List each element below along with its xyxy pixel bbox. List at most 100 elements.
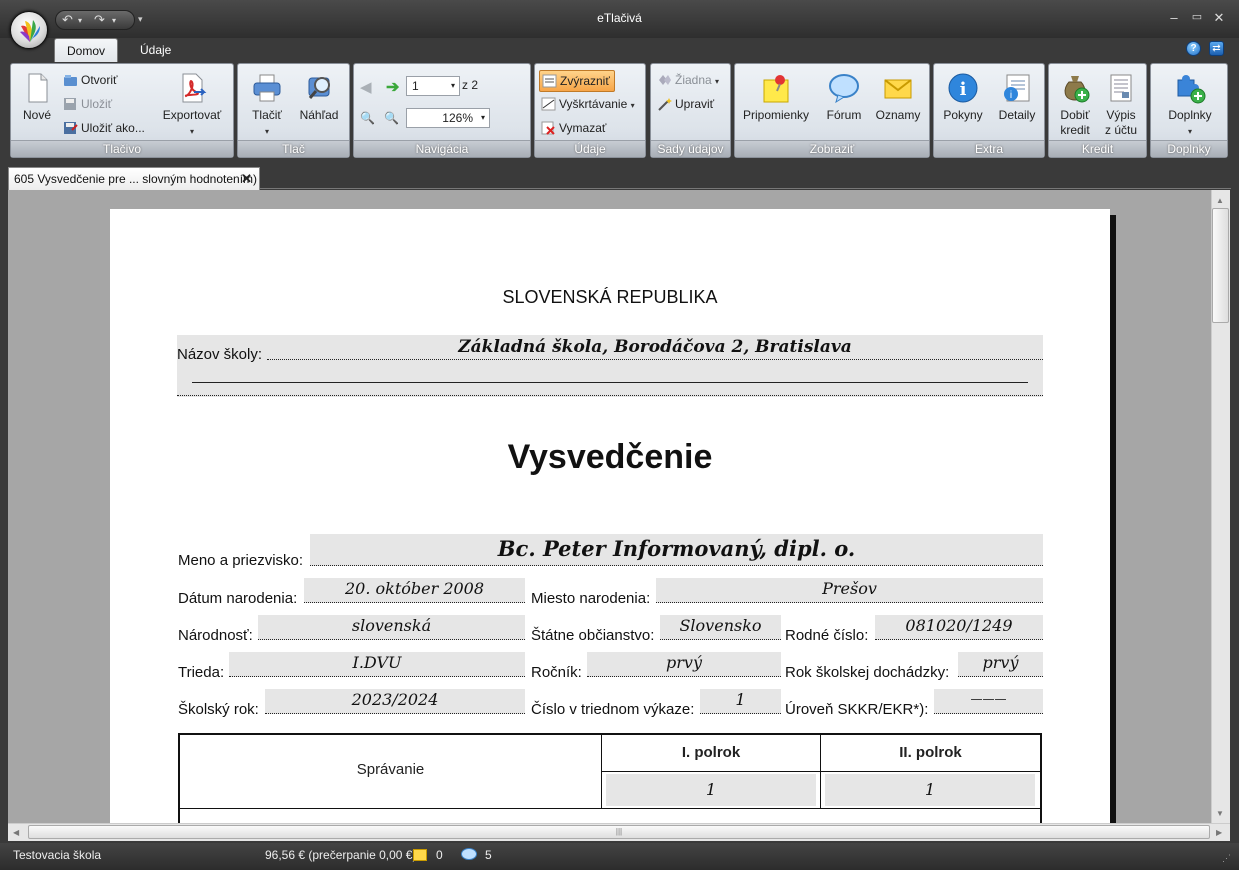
- scroll-down-icon[interactable]: ▼: [1216, 809, 1224, 818]
- name-field[interactable]: Bc. Peter Informovaný, dipl. o.: [310, 534, 1043, 566]
- dataset-edit-label: Upraviť: [675, 97, 715, 111]
- strike-dropdown-icon: ▾: [630, 101, 635, 110]
- nationality-field[interactable]: slovenská: [258, 615, 525, 640]
- page-number-value: 1: [412, 79, 419, 93]
- page-number-input[interactable]: 1 ▾: [406, 76, 460, 96]
- save-as-icon: [63, 121, 78, 135]
- details-button[interactable]: i Detaily: [994, 72, 1040, 123]
- school-year-label: Školský rok:: [178, 701, 259, 718]
- magic-wand-icon: [657, 97, 672, 111]
- zoom-select[interactable]: 126% ▾: [406, 108, 490, 128]
- save-button[interactable]: Uložiť: [61, 94, 112, 114]
- previous-page-icon[interactable]: ◀: [360, 78, 372, 96]
- topup-credit-button[interactable]: Dobiť kredit: [1053, 72, 1097, 138]
- reminders-button[interactable]: Pripomienky: [741, 72, 811, 123]
- zoom-dropdown-icon[interactable]: ▾: [481, 109, 485, 127]
- scroll-up-icon[interactable]: ▲: [1216, 196, 1224, 205]
- group-caption: Kredit: [1049, 140, 1146, 157]
- school-name-field[interactable]: Základná škola, Borodáčova 2, Bratislava: [267, 335, 1043, 359]
- credit-status: 96,56 € (prečerpanie 0,00 €): [265, 848, 417, 862]
- second-term-cell: 1: [821, 772, 1040, 809]
- dataset-none-button[interactable]: Žiadna ▾: [655, 70, 719, 90]
- application-window: ↶ ▾ ↷ ▾ ▾ eTlačivá – ▭ ✕ Domov Údaje ? ⇄: [0, 0, 1239, 870]
- birthdate-field[interactable]: 20. október 2008: [304, 578, 525, 603]
- minimize-icon[interactable]: –: [1165, 10, 1183, 25]
- open-button[interactable]: Otvoriť: [61, 70, 118, 90]
- new-label: Nové: [22, 108, 51, 122]
- instructions-button[interactable]: i Pokyny: [940, 72, 986, 123]
- maximize-icon[interactable]: ▭: [1188, 10, 1206, 23]
- notice-status-icon[interactable]: [413, 849, 427, 861]
- birth-number-field[interactable]: 081020/1249: [875, 615, 1043, 640]
- group-caption: Extra: [934, 140, 1044, 157]
- group-caption: Doplnky: [1151, 140, 1227, 157]
- next-page-icon[interactable]: ➔: [386, 77, 399, 97]
- open-icon: [63, 73, 78, 87]
- register-number-field[interactable]: 1: [700, 689, 781, 714]
- attendance-field[interactable]: prvý: [958, 652, 1043, 677]
- speech-bubble-icon: [828, 72, 860, 104]
- dataset-edit-button[interactable]: Upraviť: [655, 94, 714, 114]
- scroll-right-icon[interactable]: ▶: [1216, 828, 1222, 837]
- level-field[interactable]: ———: [934, 689, 1043, 714]
- teamviewer-icon[interactable]: ⇄: [1209, 41, 1224, 56]
- second-term-header: II. polrok: [821, 735, 1040, 772]
- new-button[interactable]: Nové: [17, 72, 57, 123]
- reminders-label: Pripomienky: [742, 108, 810, 122]
- notices-button[interactable]: Oznamy: [873, 72, 923, 123]
- citizenship-field[interactable]: Slovensko: [660, 615, 781, 640]
- group-doplnky: Doplnky ▾ Doplnky: [1150, 63, 1228, 158]
- print-button[interactable]: Tlačiť ▾: [246, 72, 288, 139]
- export-button[interactable]: Exportovať ▾: [157, 72, 227, 139]
- highlight-button[interactable]: Zvýrazniť: [539, 70, 615, 92]
- tab-domov[interactable]: Domov: [54, 38, 119, 62]
- grade-field[interactable]: prvý: [587, 652, 781, 677]
- school-year-field[interactable]: 2023/2024: [265, 689, 525, 714]
- zoom-out-icon[interactable]: 🔍: [360, 111, 378, 127]
- scroll-left-icon[interactable]: ◀: [13, 828, 19, 837]
- first-term-header: I. polrok: [602, 735, 821, 772]
- preview-icon: [303, 72, 335, 104]
- second-term-grade[interactable]: 1: [825, 774, 1035, 806]
- page-dropdown-icon[interactable]: ▾: [451, 77, 455, 95]
- birthplace-field[interactable]: Prešov: [656, 578, 1043, 603]
- status-bar: Testovacia škola 96,56 € (prečerpanie 0,…: [0, 843, 1239, 870]
- clear-button[interactable]: Vymazať: [539, 118, 606, 138]
- tab-udaje[interactable]: Údaje: [128, 38, 183, 62]
- horizontal-scroll-thumb[interactable]: |||: [28, 825, 1210, 839]
- group-caption: Zobraziť: [735, 140, 929, 157]
- clear-icon: [541, 121, 556, 135]
- help-icon[interactable]: ?: [1186, 41, 1201, 56]
- forum-button[interactable]: Fórum: [821, 72, 867, 123]
- group-caption: Tlačivo: [11, 140, 233, 157]
- print-label: Tlačiť: [252, 108, 282, 122]
- resize-grip-icon[interactable]: ⋰: [1222, 853, 1231, 864]
- document-tab[interactable]: 605 Vysvedčenie pre ... slovným hodnoten…: [8, 167, 260, 191]
- first-term-grade[interactable]: 1: [606, 774, 816, 806]
- birth-number-label: Rodné číslo:: [785, 627, 869, 644]
- message-status-icon[interactable]: [461, 848, 477, 860]
- close-tab-icon[interactable]: ✕: [241, 168, 252, 190]
- grade-label: Ročník:: [531, 664, 582, 681]
- account-statement-button[interactable]: Výpis z účtu: [1099, 72, 1143, 138]
- close-icon[interactable]: ✕: [1210, 10, 1228, 26]
- class-field[interactable]: I.DVU: [229, 652, 525, 677]
- vertical-scroll-thumb[interactable]: [1212, 208, 1229, 323]
- zoom-in-icon[interactable]: 🔍: [384, 111, 402, 127]
- info-icon: i: [947, 72, 979, 104]
- notices-label: Oznamy: [875, 108, 921, 122]
- addons-label: Doplnky: [1168, 108, 1212, 122]
- save-as-button[interactable]: Uložiť ako...: [61, 118, 145, 138]
- statement-label-1: Výpis: [1106, 108, 1136, 122]
- addons-button[interactable]: Doplnky ▾: [1157, 72, 1223, 139]
- document-viewport[interactable]: SLOVENSKÁ REPUBLIKA Názov školy: Základn…: [8, 190, 1211, 823]
- preview-button[interactable]: Náhľad: [296, 72, 342, 123]
- country-heading: SLOVENSKÁ REPUBLIKA: [502, 287, 718, 307]
- app-menu-button[interactable]: [10, 11, 48, 49]
- preview-label: Náhľad: [299, 108, 339, 122]
- group-caption: Sady údajov: [651, 140, 730, 157]
- svg-text:i: i: [1010, 90, 1012, 101]
- attendance-label: Rok školskej dochádzky:: [785, 664, 950, 681]
- instructions-label: Pokyny: [943, 108, 983, 122]
- strike-button[interactable]: Vyškrtávanie ▾: [539, 94, 635, 114]
